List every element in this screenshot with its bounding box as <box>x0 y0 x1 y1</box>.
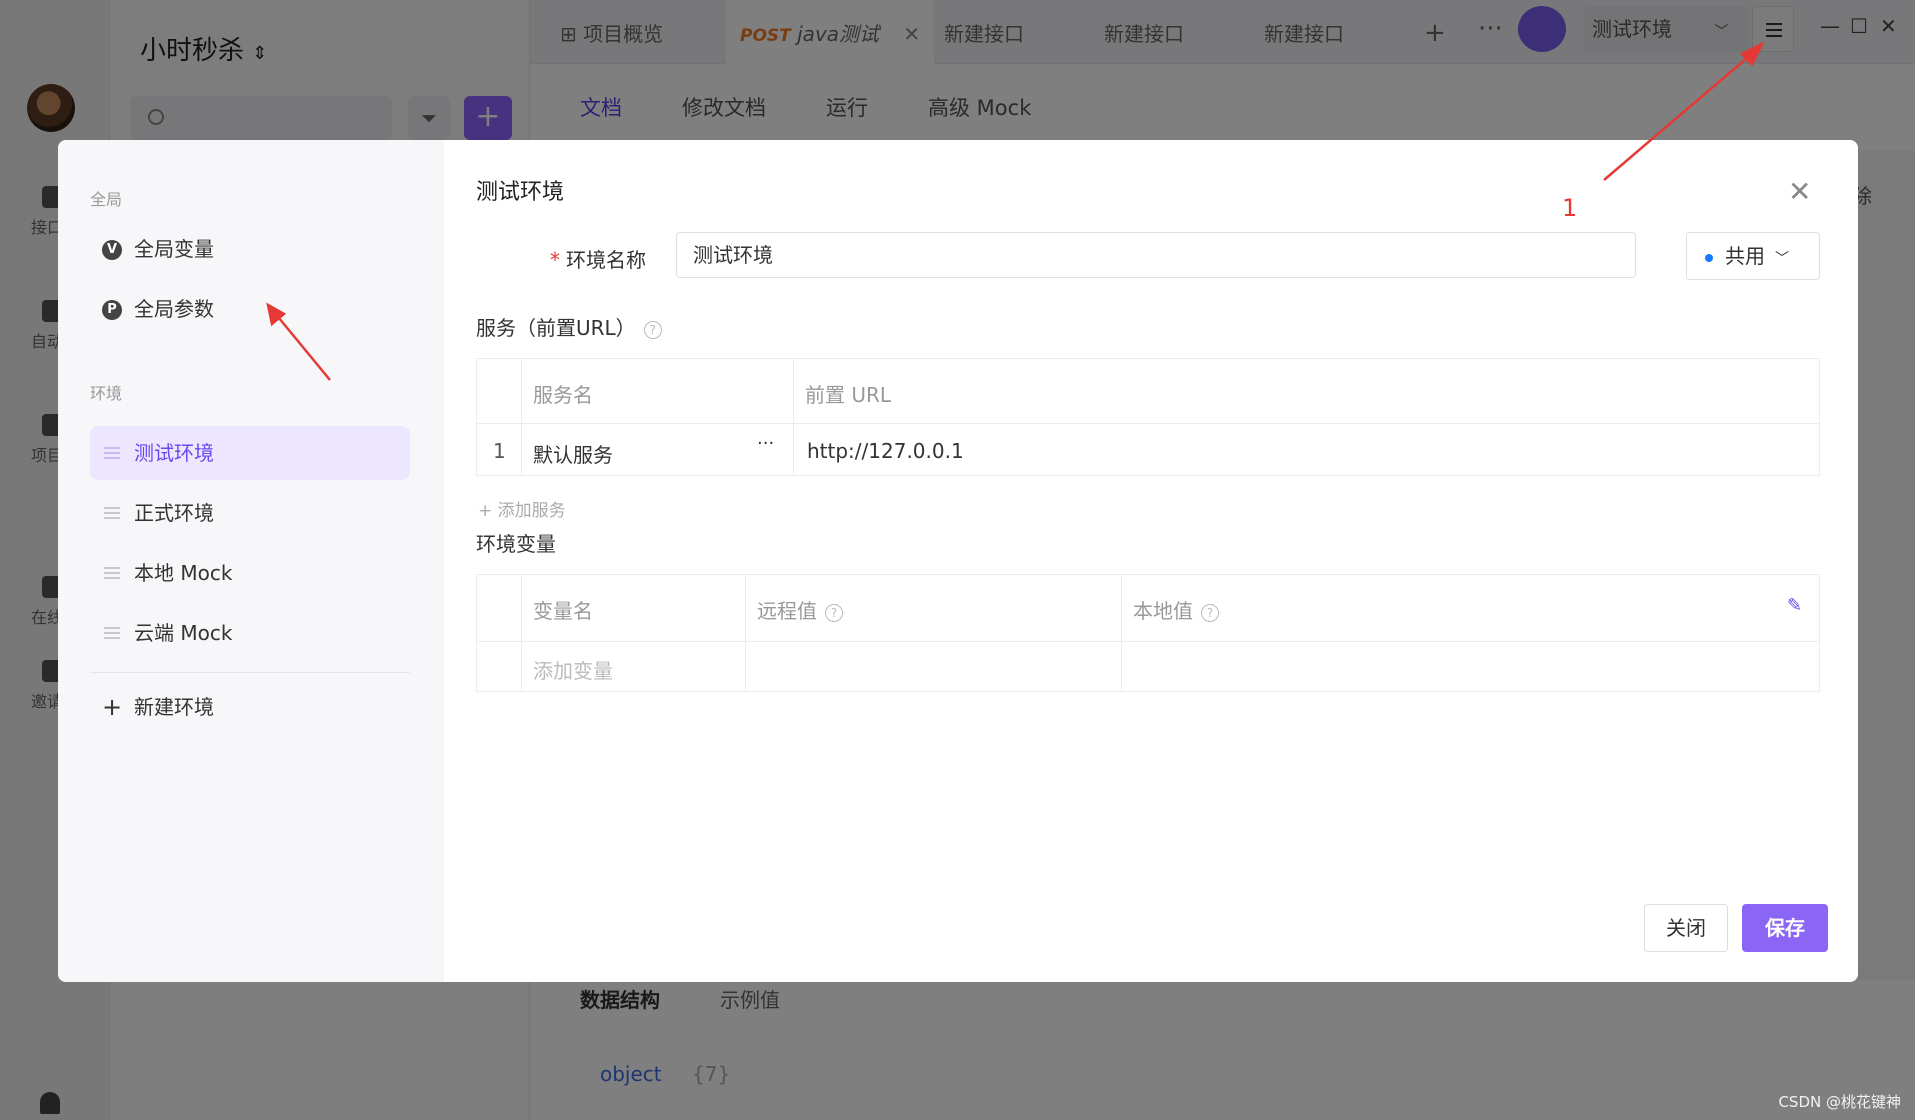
new-environment-button[interactable]: + 新建环境 <box>90 680 410 734</box>
column-header-prefix-url: 前置 URL <box>805 383 892 407</box>
modal-title: 测试环境 <box>476 180 565 205</box>
share-select[interactable]: 共用 ﹀ <box>1686 232 1820 280</box>
row-index: 1 <box>493 439 506 463</box>
drag-handle-icon[interactable] <box>104 572 120 574</box>
add-service-button[interactable]: + 添加服务 <box>478 496 566 521</box>
side-item-env-local-mock[interactable]: 本地 Mock <box>90 546 410 600</box>
column-header-remote-value: 远程值? <box>757 595 843 624</box>
side-item-global-variables[interactable]: V 全局变量 <box>90 222 410 276</box>
prefix-url-cell[interactable]: http://127.0.0.1 <box>807 439 964 463</box>
close-icon[interactable]: ✕ <box>1788 178 1811 206</box>
variables-table: 变量名 远程值? 本地值? ✎ 添加变量 <box>476 574 1820 692</box>
save-button[interactable]: 保存 <box>1742 904 1828 952</box>
required-mark: * <box>550 248 560 272</box>
env-name-input[interactable]: 测试环境 <box>676 232 1636 278</box>
close-button[interactable]: 关闭 <box>1644 904 1728 952</box>
column-header-local-value: 本地值? <box>1133 595 1219 624</box>
more-options-icon[interactable]: ··· <box>757 433 774 454</box>
side-item-env-prod[interactable]: 正式环境 <box>90 486 410 540</box>
bulk-edit-icon[interactable]: ✎ <box>1787 595 1802 616</box>
column-header-service-name: 服务名 <box>533 383 593 407</box>
services-table: 服务名 前置 URL 1 默认服务 ··· http://127.0.0.1 <box>476 358 1820 476</box>
chevron-down-icon: ﹀ <box>1775 251 1789 267</box>
environment-modal: 全局 V 全局变量 P 全局参数 环境 测试环境 正式环境 本地 Mock 云端… <box>58 140 1858 982</box>
variables-section-label: 环境变量 <box>476 532 556 556</box>
service-name-cell[interactable]: 默认服务 <box>533 439 613 468</box>
group-env-label: 环境 <box>90 384 123 403</box>
side-divider <box>90 672 410 673</box>
param-badge-icon: P <box>102 300 122 320</box>
status-dot-icon <box>1705 253 1713 262</box>
side-item-env-test[interactable]: 测试环境 <box>90 426 410 480</box>
drag-handle-icon[interactable] <box>104 452 120 454</box>
plus-icon: + <box>102 693 123 721</box>
modal-sidebar: 全局 V 全局变量 P 全局参数 环境 测试环境 正式环境 本地 Mock 云端… <box>58 140 444 982</box>
column-header-variable-name: 变量名 <box>533 599 593 623</box>
drag-handle-icon[interactable] <box>104 512 120 514</box>
group-global-label: 全局 <box>90 190 123 209</box>
env-name-label: * 环境名称 <box>550 248 646 272</box>
side-item-global-params[interactable]: P 全局参数 <box>90 282 410 336</box>
help-icon[interactable]: ? <box>825 603 843 622</box>
add-variable-input[interactable]: 添加变量 <box>533 655 613 684</box>
services-section-label: 服务（前置URL）? <box>476 312 662 341</box>
help-icon[interactable]: ? <box>1201 603 1219 622</box>
side-item-env-cloud-mock[interactable]: 云端 Mock <box>90 606 410 660</box>
watermark: CSDN @桃花键神 <box>1778 1093 1901 1111</box>
drag-handle-icon[interactable] <box>104 632 120 634</box>
annotation-number: 1 <box>1562 194 1578 222</box>
help-icon[interactable]: ? <box>643 320 662 339</box>
variable-badge-icon: V <box>102 240 122 260</box>
